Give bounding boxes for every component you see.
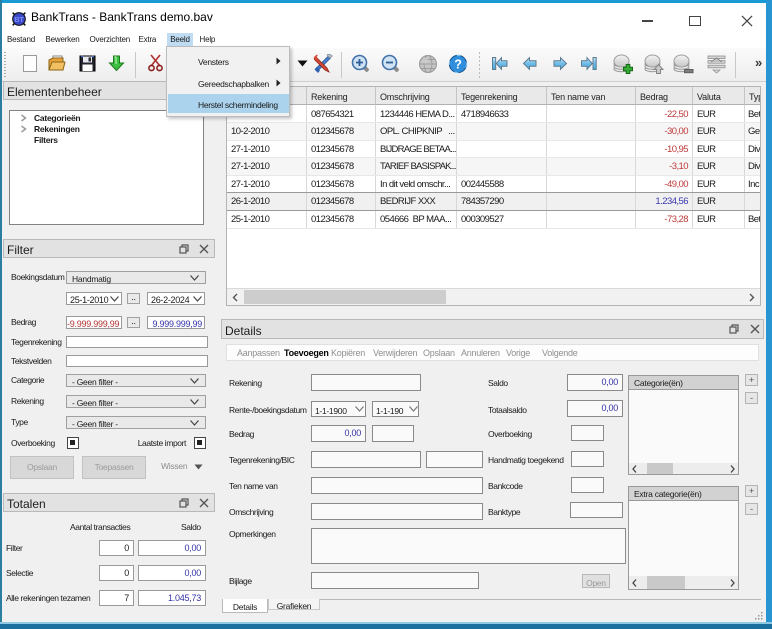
svg-text:BT: BT (14, 15, 24, 24)
svg-text:?: ? (454, 58, 461, 72)
